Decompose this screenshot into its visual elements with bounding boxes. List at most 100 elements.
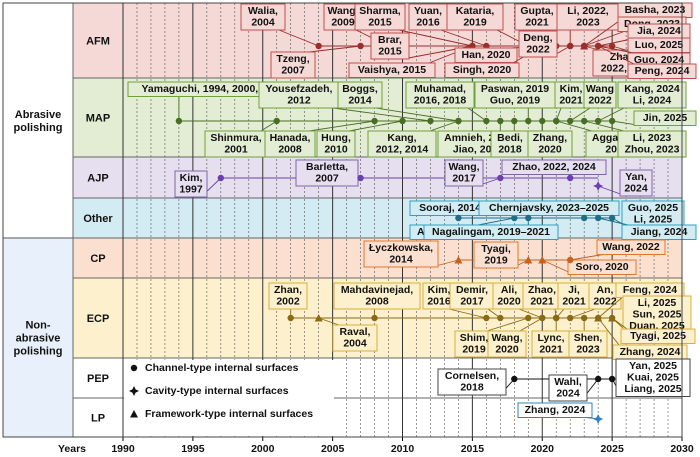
reference-label: 2024 (556, 388, 580, 400)
marker-circle (525, 117, 532, 125)
x-axis-tick-label: 1995 (181, 443, 205, 455)
reference-label: Wang, (491, 332, 522, 344)
row-name-pep: PEP (87, 373, 109, 385)
x-axis-tick-label: 2025 (600, 443, 624, 455)
marker-circle (371, 314, 378, 322)
reference-label: 2020 (538, 144, 562, 156)
reference-label: Kim, (428, 284, 451, 296)
reference-label: Yan, 2025 (629, 360, 677, 372)
reference-label: Jiang, 2024 (631, 226, 688, 238)
reference-label: Sooraj, 2014 (419, 202, 481, 214)
reference-label: 2018 (460, 382, 484, 394)
reference-label: Bedi, (497, 132, 523, 144)
reference-label: 2017 (452, 173, 476, 185)
reference-label: 2020 (497, 296, 521, 308)
reference-label: 2004 (343, 338, 367, 350)
group-label-abrasive: Abrasive (15, 109, 61, 121)
reference-label: Sharma, (359, 5, 401, 17)
reference-label: Peng, 2024 (635, 65, 690, 77)
marker-circle (594, 214, 602, 222)
reference-label: 2009 (331, 17, 355, 29)
reference-label: Tyagi, (481, 243, 511, 255)
reference-label: Shen, (574, 332, 603, 344)
legend-marker-circle (130, 364, 138, 372)
reference-label: 2008 (278, 144, 302, 156)
reference-label: 2019 (462, 344, 486, 356)
reference-label: Guo, 2025 (628, 202, 678, 214)
marker-circle (217, 174, 225, 182)
reference-label: 2002 (276, 296, 300, 308)
reference-label: 2019 (463, 17, 487, 29)
row-name-map: MAP (86, 113, 110, 125)
reference-label: Hung, (321, 132, 351, 144)
reference-label: 2016 (427, 296, 451, 308)
reference-label: Li, 2023 (633, 132, 672, 144)
x-axis-tick-label: 2010 (391, 443, 415, 455)
reference-label: Lync, (537, 332, 564, 344)
reference-label: Jia, 2024 (637, 25, 681, 37)
reference-label: 2023 (576, 17, 600, 29)
row-name-afm: AFM (86, 36, 110, 48)
marker-circle (483, 314, 490, 322)
marker-circle (608, 214, 616, 222)
marker-circle (580, 314, 588, 322)
reference-label: 2010 (324, 144, 348, 156)
reference-label: 2021 (562, 296, 586, 308)
reference-label: Nagalingam, 2019–2021 (432, 226, 550, 238)
reference-label: 2022 (526, 44, 550, 56)
reference-label: Demir, (456, 284, 488, 296)
reference-label: 2021 (530, 296, 554, 308)
marker-circle (539, 314, 546, 322)
reference-label: Wang, 2022 (602, 241, 660, 253)
x-axis-caption: Years (58, 443, 86, 455)
marker-circle (608, 117, 616, 125)
reference-label: 2014 (348, 95, 372, 107)
marker-circle (483, 117, 490, 125)
marker-circle (594, 117, 602, 125)
group-label-abrasive: polishing (14, 122, 63, 134)
reference-label: Sun, 2025 (632, 309, 681, 321)
row-name-ecp: ECP (87, 313, 110, 325)
reference-label: Ji, (568, 284, 580, 296)
reference-label: An, (597, 284, 614, 296)
legend-label: Framework-type internal surfaces (145, 408, 313, 420)
x-axis-tick-label: 1990 (111, 443, 135, 455)
legend-label: Channel-type internal surfaces (145, 362, 299, 374)
reference-label: Zhan, (274, 284, 302, 296)
reference-label: Deng, (523, 32, 552, 44)
marker-circle (511, 375, 518, 383)
marker-circle (357, 174, 364, 182)
reference-label: 2004 (251, 17, 275, 29)
marker-circle (399, 117, 406, 125)
reference-label: 2021 (525, 17, 549, 29)
reference-label: Luo, 2025 (635, 39, 684, 51)
reference-label: Zhang, 2024 (620, 346, 681, 358)
marker-circle (567, 174, 574, 182)
reference-label: Li, 2022, (567, 5, 609, 17)
x-axis-tick-label: 2000 (251, 443, 275, 455)
marker-circle (594, 42, 602, 50)
reference-label: 2015 (378, 46, 402, 58)
marker-circle (567, 256, 574, 264)
row-name-other: Other (83, 213, 113, 225)
timeline-canvas: AbrasivepolishingNon-abrasivepolishingAF… (2, 2, 697, 455)
row-name-lp: LP (91, 413, 105, 425)
marker-circle (567, 314, 574, 322)
reference-label: Kang, (387, 132, 416, 144)
reference-label: Jin, 2025 (643, 112, 688, 124)
reference-label: 2024 (624, 183, 648, 195)
reference-label: Singh, 2020 (453, 64, 512, 76)
marker-circle (567, 42, 574, 50)
row-name-cp: CP (90, 253, 105, 265)
reference-label: Wang, (327, 5, 358, 17)
reference-label: 2014 (389, 254, 413, 266)
marker-circle (608, 375, 616, 383)
legend-label: Cavity-type internal surfaces (145, 385, 289, 397)
marker-circle (553, 117, 560, 125)
marker-circle (497, 174, 504, 182)
x-axis-tick-label: 2015 (461, 443, 485, 455)
marker-circle (539, 117, 546, 125)
marker-circle (525, 314, 532, 322)
reference-label: 2018 (498, 144, 522, 156)
marker-circle (357, 42, 364, 50)
